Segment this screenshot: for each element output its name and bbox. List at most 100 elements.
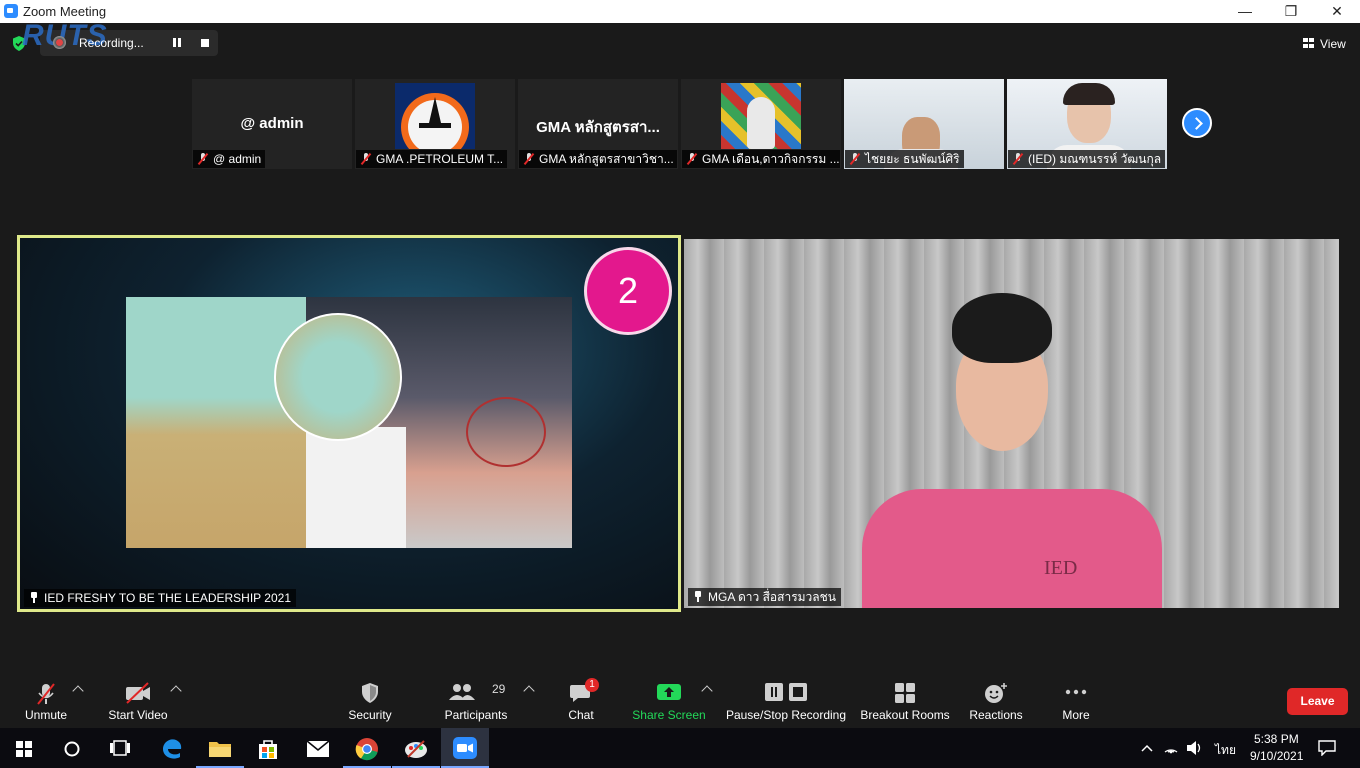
shirt-logo-text: IED (1044, 557, 1078, 579)
participant-label: GMA .PETROLEUM T... (356, 150, 508, 168)
pause-stop-recording-button[interactable]: Pause/Stop Recording (724, 672, 848, 728)
participants-label: Participants (444, 708, 508, 722)
meeting-toolbar: Unmute Start Video Security 29 Participa… (0, 672, 1360, 728)
mic-muted-icon (1012, 153, 1024, 165)
close-button[interactable]: ✕ (1314, 0, 1360, 23)
store-taskbar-button[interactable] (244, 728, 292, 768)
zoom-logo-icon (4, 4, 18, 18)
volume-icon[interactable] (1186, 740, 1204, 756)
windows-start-button[interactable] (0, 728, 48, 768)
paint-icon (405, 740, 427, 758)
participant-thumbnail[interactable]: GMA .PETROLEUM T... (355, 79, 515, 169)
start-video-button[interactable]: Start Video (104, 672, 172, 728)
participant-label: @ admin (193, 150, 266, 168)
chat-badge: 1 (585, 678, 599, 692)
breakout-icon (895, 683, 915, 703)
participant-video-tile[interactable]: IED MGA ดาว สื่อสารมวลชน (684, 239, 1339, 608)
shared-video-content (126, 297, 572, 548)
participants-count: 29 (492, 682, 506, 696)
task-view-button[interactable] (96, 728, 144, 768)
unmute-button[interactable]: Unmute (14, 672, 78, 728)
mic-muted-icon (37, 683, 55, 705)
more-label: More (1062, 708, 1090, 722)
mic-muted-icon (197, 153, 209, 165)
search-button[interactable] (48, 728, 96, 768)
participant-label: GMA หลักสูตรสาขาวิชา... (519, 150, 677, 168)
chrome-taskbar-button[interactable] (343, 728, 391, 768)
security-icon (362, 683, 378, 703)
paint-taskbar-button[interactable] (392, 728, 440, 768)
participants-button[interactable]: 29 Participants (440, 672, 512, 728)
windows-taskbar: ไทย 5:38 PM 9/10/2021 (0, 728, 1360, 768)
reactions-button[interactable]: Reactions (964, 672, 1028, 728)
video-options-caret[interactable] (170, 685, 182, 697)
participant-thumbnail[interactable]: ไชยยะ ธนพัฒน์ศิริ (844, 79, 1004, 169)
participant-thumbnail[interactable]: @ admin @ admin (192, 79, 352, 169)
more-button[interactable]: More (1050, 672, 1102, 728)
task-view-icon (110, 740, 130, 756)
zoom-taskbar-icon (453, 737, 477, 759)
window-titlebar: Zoom Meeting — ❐ ✕ (0, 0, 1360, 23)
mail-taskbar-button[interactable] (294, 728, 342, 768)
participant-shirt (862, 489, 1162, 608)
clock-date[interactable]: 9/10/2021 (1250, 749, 1303, 763)
participant-label: (IED) มณฑนรรห์ วัฒนกุล (1008, 150, 1166, 168)
participant-video (721, 83, 801, 149)
chat-button[interactable]: 1 Chat (556, 672, 606, 728)
input-language[interactable]: ไทย (1215, 741, 1236, 760)
participant-name-large: GMA หลักสูตรสา... (536, 119, 660, 136)
file-explorer-icon (209, 742, 231, 757)
mic-muted-icon (849, 153, 861, 165)
security-button[interactable]: Security (340, 672, 400, 728)
reactions-label: Reactions (969, 708, 1023, 722)
pause-stop-icon (765, 683, 807, 701)
participants-icon (448, 684, 475, 700)
clock-time[interactable]: 5:38 PM (1254, 732, 1299, 746)
edge-taskbar-button[interactable] (148, 728, 196, 768)
mic-muted-icon (686, 153, 698, 165)
active-speaker-tile[interactable]: 2 IED FRESHY TO BE THE LEADERSHIP 2021 (17, 235, 681, 612)
mic-muted-icon (523, 153, 535, 165)
participant-label: ไชยยะ ธนพัฒน์ศิริ (845, 150, 964, 168)
participant-label: MGA ดาว สื่อสารมวลชน (688, 588, 841, 606)
participant-hair (952, 293, 1052, 363)
video-highlight-circle-red (466, 397, 546, 467)
number-badge: 2 (584, 247, 672, 335)
participant-thumbnail[interactable]: GMA หลักสูตรสา... GMA หลักสูตรสาขาวิชา..… (518, 79, 678, 169)
security-label: Security (348, 708, 392, 722)
chevron-right-icon[interactable] (1182, 108, 1212, 138)
more-icon (1065, 689, 1087, 695)
pause-icon[interactable] (172, 38, 182, 48)
maximize-button[interactable]: ❐ (1268, 0, 1314, 23)
pause-stop-recording-label: Pause/Stop Recording (725, 708, 847, 722)
mic-muted-icon (360, 153, 372, 165)
chrome-icon (355, 738, 378, 761)
file-explorer-taskbar-button[interactable] (196, 728, 244, 768)
participant-thumbnail[interactable]: (IED) มณฑนรรห์ วัฒนกุล (1007, 79, 1167, 169)
minimize-button[interactable]: — (1222, 0, 1268, 23)
store-icon (259, 740, 277, 759)
edge-icon (163, 739, 182, 759)
pin-icon (693, 591, 703, 603)
share-screen-icon (657, 684, 681, 700)
zoom-taskbar-button[interactable] (441, 728, 489, 768)
view-button[interactable]: View (1296, 32, 1352, 54)
stop-icon[interactable] (201, 39, 209, 47)
leave-button[interactable]: Leave (1287, 688, 1348, 715)
participant-figure (747, 97, 775, 149)
share-screen-button[interactable]: Share Screen (630, 672, 708, 728)
participants-options-caret[interactable] (523, 685, 535, 697)
breakout-rooms-button[interactable]: Breakout Rooms (858, 672, 952, 728)
mail-icon (306, 740, 330, 757)
participant-thumbnail[interactable]: GMA เดือน,ดาวกิจกรรม ... (681, 79, 841, 169)
show-hidden-icons-icon[interactable] (1141, 743, 1153, 753)
search-icon (64, 741, 80, 757)
unmute-label: Unmute (24, 708, 68, 722)
video-scene-shelf (306, 427, 406, 548)
window-title: Zoom Meeting (23, 4, 107, 19)
grid-view-icon (1303, 38, 1314, 48)
notification-icon[interactable] (1318, 740, 1336, 756)
network-icon[interactable] (1163, 740, 1179, 754)
video-highlight-circle (274, 313, 402, 441)
start-video-label: Start Video (108, 708, 168, 722)
